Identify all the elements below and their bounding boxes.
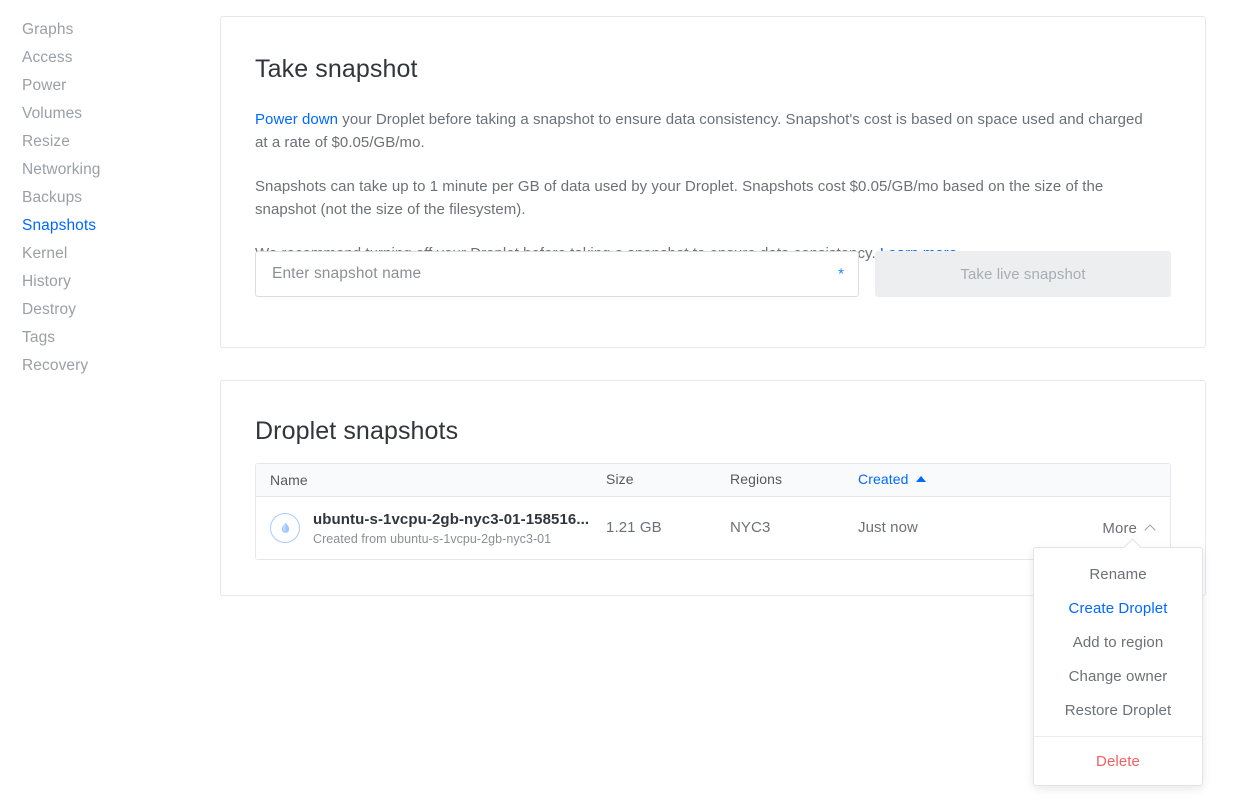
required-asterisk-icon: * [838,265,844,283]
menu-item-restore-droplet[interactable]: Restore Droplet [1034,693,1202,727]
column-header-name[interactable]: Name [270,472,308,488]
table-header-row: Name Size Regions Created [256,464,1170,497]
sidebar-item-access[interactable]: Access [0,44,210,72]
more-dropdown-menu: Rename Create Droplet Add to region Chan… [1033,538,1203,786]
take-snapshot-form: Enter snapshot name * Take live snapshot [255,251,1171,297]
column-header-created[interactable]: Created [858,471,909,487]
snapshot-created: Just now [858,519,918,536]
take-snapshot-card: Take snapshot Power down your Droplet be… [220,16,1206,348]
sidebar-item-graphs[interactable]: Graphs [0,16,210,44]
sidebar-item-volumes[interactable]: Volumes [0,100,210,128]
column-header-regions[interactable]: Regions [730,471,782,487]
page-root: Graphs Access Power Volumes Resize Netwo… [0,0,1236,805]
power-down-link[interactable]: Power down [255,111,338,128]
sidebar-item-power[interactable]: Power [0,72,210,100]
menu-item-delete[interactable]: Delete [1034,737,1202,785]
snapshot-size: 1.21 GB [606,519,662,536]
snapshot-region: NYC3 [730,519,771,536]
take-live-snapshot-button[interactable]: Take live snapshot [875,251,1171,297]
menu-item-add-to-region[interactable]: Add to region [1034,625,1202,659]
sidebar-item-snapshots[interactable]: Snapshots [0,212,210,240]
sidebar-item-networking[interactable]: Networking [0,156,210,184]
sidebar-item-kernel[interactable]: Kernel [0,240,210,268]
column-header-size[interactable]: Size [606,471,634,487]
snapshots-table: Name Size Regions Created ubuntu-s-1vcpu… [255,463,1171,560]
sidebar-item-backups[interactable]: Backups [0,184,210,212]
sidebar-nav: Graphs Access Power Volumes Resize Netwo… [0,0,210,380]
sidebar-item-recovery[interactable]: Recovery [0,352,210,380]
droplet-icon [270,513,300,543]
page-title: Take snapshot [255,55,418,83]
sidebar-item-destroy[interactable]: Destroy [0,296,210,324]
snapshot-name: ubuntu-s-1vcpu-2gb-nyc3-01-158516... [313,510,590,528]
more-menu-button[interactable]: More [1102,519,1156,537]
sort-ascending-icon [915,476,926,482]
snapshot-subtitle: Created from ubuntu-s-1vcpu-2gb-nyc3-01 [313,531,552,546]
sidebar-item-history[interactable]: History [0,268,210,296]
menu-item-create-droplet[interactable]: Create Droplet [1034,591,1202,625]
take-snapshot-paragraph-2: Snapshots can take up to 1 minute per GB… [255,178,1104,218]
menu-item-change-owner[interactable]: Change owner [1034,659,1202,693]
sidebar-item-tags[interactable]: Tags [0,324,210,352]
menu-item-rename[interactable]: Rename [1034,557,1202,591]
more-menu-label: More [1102,519,1137,537]
sidebar-item-resize[interactable]: Resize [0,128,210,156]
snapshot-name-placeholder: Enter snapshot name [272,265,422,282]
take-snapshot-paragraph-1: Power down your Droplet before taking a … [221,84,1205,154]
snapshot-name-input[interactable]: Enter snapshot name * [255,251,859,297]
take-snapshot-paragraph-1-rest: your Droplet before taking a snapshot to… [255,111,1143,151]
droplet-snapshots-title: Droplet snapshots [255,417,459,445]
chevron-up-icon [1144,524,1156,536]
